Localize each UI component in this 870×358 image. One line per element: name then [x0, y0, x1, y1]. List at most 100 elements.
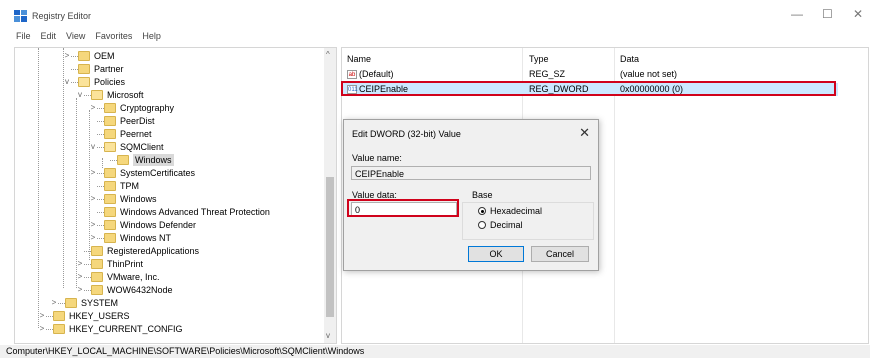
scroll-up-icon[interactable]: ^ — [326, 50, 330, 59]
tree-item-label[interactable]: Policies — [94, 76, 125, 88]
folder-icon — [91, 285, 103, 295]
tree-connector — [46, 329, 53, 330]
expand-icon[interactable]: > — [38, 323, 46, 335]
expand-icon[interactable]: > — [38, 310, 46, 322]
collapse-icon[interactable]: v — [63, 76, 71, 88]
value-row-default[interactable]: ab (Default) REG_SZ (value not set) — [342, 68, 838, 81]
menu-help[interactable]: Help — [142, 31, 161, 45]
status-bar-path: Computer\HKEY_LOCAL_MACHINE\SOFTWARE\Pol… — [0, 345, 870, 358]
tree-connector — [71, 82, 78, 83]
menu-view[interactable]: View — [66, 31, 85, 45]
tree-connector — [97, 238, 104, 239]
tree-item-label[interactable]: PeerDist — [120, 115, 155, 127]
expand-icon[interactable]: > — [76, 271, 84, 283]
maximize-button[interactable]: ☐ — [822, 8, 833, 20]
ok-button[interactable]: OK — [468, 246, 524, 262]
folder-icon — [91, 272, 103, 282]
scroll-down-icon[interactable]: v — [326, 331, 330, 340]
tree-connector — [84, 251, 91, 252]
column-header-type[interactable]: Type — [529, 54, 549, 64]
folder-icon — [104, 233, 116, 243]
tree-item-label[interactable]: HKEY_CURRENT_CONFIG — [69, 323, 183, 335]
tree-item-label[interactable]: HKEY_USERS — [69, 310, 130, 322]
folder-icon — [91, 259, 103, 269]
tree-connector — [97, 225, 104, 226]
decimal-label[interactable]: Decimal — [490, 220, 523, 230]
tree-item-label[interactable]: Microsoft — [107, 89, 144, 101]
value-data-highlight — [347, 199, 459, 217]
menu-file[interactable]: File — [16, 31, 31, 45]
tree-connector — [97, 173, 104, 174]
expand-icon[interactable]: > — [76, 258, 84, 270]
folder-icon — [104, 103, 116, 113]
expand-icon[interactable]: > — [89, 232, 97, 244]
expand-icon[interactable]: > — [63, 50, 71, 62]
tree-scrollbar[interactable]: ^ v — [324, 48, 336, 343]
tree-guide-line — [102, 158, 103, 168]
dialog-close-button[interactable]: ✕ — [579, 125, 590, 141]
tree-item-label[interactable]: Windows — [120, 193, 157, 205]
expand-icon[interactable]: > — [76, 284, 84, 296]
folder-icon — [104, 142, 116, 152]
tree-item-label[interactable]: WOW6432Node — [107, 284, 173, 296]
folder-icon — [104, 207, 116, 217]
registry-tree[interactable]: > OEM Partner v Policies v Microsoft > Cryptogra… — [14, 47, 337, 344]
tree-item-label[interactable]: Windows — [133, 154, 174, 166]
close-button[interactable]: ✕ — [853, 8, 863, 20]
tree-connector — [97, 186, 104, 187]
tree-connector — [71, 69, 78, 70]
folder-icon — [104, 181, 116, 191]
scrollbar-thumb[interactable] — [326, 177, 334, 317]
tree-connector — [84, 95, 91, 96]
window-title: Registry Editor — [32, 11, 92, 21]
menu-edit[interactable]: Edit — [41, 31, 57, 45]
menu-favorites[interactable]: Favorites — [95, 31, 132, 45]
expand-icon[interactable]: > — [89, 102, 97, 114]
tree-connector — [71, 56, 78, 57]
tree-item-label[interactable]: ThinPrint — [107, 258, 143, 270]
tree-connector — [97, 147, 104, 148]
expand-icon[interactable]: > — [50, 297, 58, 309]
hexadecimal-radio[interactable] — [478, 207, 486, 215]
tree-connector — [84, 290, 91, 291]
tree-item-label[interactable]: Windows Defender — [120, 219, 196, 231]
tree-item-label[interactable]: SQMClient — [120, 141, 164, 153]
collapse-icon[interactable]: v — [76, 89, 84, 101]
collapse-icon[interactable]: v — [89, 141, 97, 153]
tree-item-label[interactable]: Cryptography — [120, 102, 174, 114]
folder-icon — [78, 64, 90, 74]
expand-icon[interactable]: > — [89, 193, 97, 205]
menu-bar: File Edit View Favorites Help — [0, 31, 171, 45]
column-header-name[interactable]: Name — [347, 54, 371, 64]
folder-icon — [104, 116, 116, 126]
tree-connector — [97, 121, 104, 122]
tree-item-label[interactable]: SYSTEM — [81, 297, 118, 309]
tree-item-label[interactable]: Windows Advanced Threat Protection — [120, 206, 270, 218]
tree-item-label[interactable]: SystemCertificates — [120, 167, 195, 179]
folder-icon — [91, 246, 103, 256]
expand-icon[interactable]: > — [89, 219, 97, 231]
tree-item-label[interactable]: OEM — [94, 50, 115, 62]
folder-icon — [78, 77, 90, 87]
tree-item-label[interactable]: VMware, Inc. — [107, 271, 160, 283]
tree-item-label[interactable]: TPM — [120, 180, 139, 192]
value-name-field: CEIPEnable — [351, 166, 591, 180]
folder-icon — [104, 194, 116, 204]
tree-connector — [58, 303, 65, 304]
expand-icon[interactable]: > — [89, 167, 97, 179]
cancel-button[interactable]: Cancel — [531, 246, 589, 262]
hexadecimal-label[interactable]: Hexadecimal — [490, 206, 542, 216]
title-bar: Registry Editor — ☐ ✕ — [0, 0, 870, 30]
tree-item-label[interactable]: Windows NT — [120, 232, 171, 244]
tree-item-label[interactable]: RegisteredApplications — [107, 245, 199, 257]
tree-item-label[interactable]: Peernet — [120, 128, 152, 140]
string-value-icon: ab — [347, 70, 357, 79]
minimize-button[interactable]: — — [791, 8, 803, 20]
column-header-data[interactable]: Data — [620, 54, 639, 64]
decimal-radio[interactable] — [478, 221, 486, 229]
tree-item-label[interactable]: Partner — [94, 63, 124, 75]
folder-icon — [53, 324, 65, 334]
ceipenable-highlight — [341, 81, 836, 96]
tree-connector — [84, 277, 91, 278]
folder-icon — [65, 298, 77, 308]
